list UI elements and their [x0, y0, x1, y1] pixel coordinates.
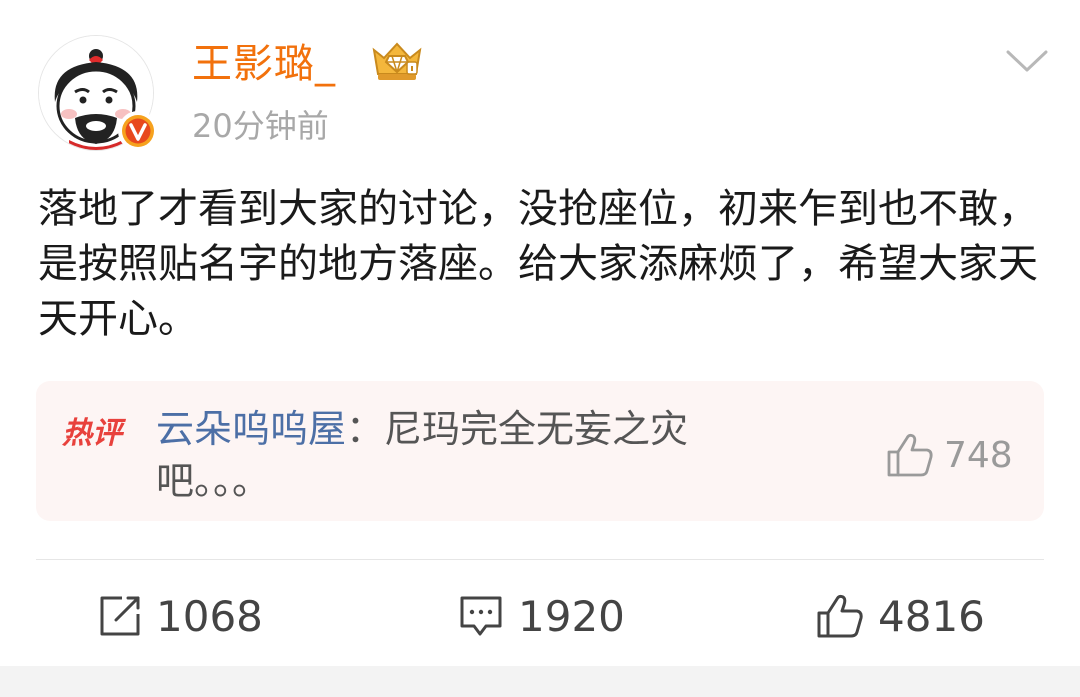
- divider: [36, 559, 1044, 560]
- hot-comment-box[interactable]: 热评 云朵呜呜屋：尼玛完全无妄之灾吧。。。 748: [36, 381, 1044, 521]
- comment-icon: [460, 596, 502, 636]
- thumbs-up-icon: [817, 594, 863, 638]
- post-timestamp: 20分钟前: [192, 107, 329, 145]
- username[interactable]: 王影璐_: [192, 36, 336, 92]
- hot-comment-separator: ：: [346, 407, 385, 451]
- thumbs-up-icon: [887, 433, 933, 477]
- weibo-post-card: 王影璐_ 20分钟前 落地了才看到大家的讨论，没抢座位，初来乍到也不敢，是按照贴…: [0, 0, 1080, 697]
- hot-comment-like-button[interactable]: 748: [886, 431, 1013, 479]
- hot-comment-content: 云朵呜呜屋：尼玛完全无妄之灾吧。。。: [156, 403, 716, 507]
- hot-comment-user-link[interactable]: 云朵呜呜屋: [156, 407, 346, 451]
- hot-comment-like-count: 748: [944, 434, 1013, 476]
- repost-count: 1068: [156, 591, 263, 641]
- post-text: 落地了才看到大家的讨论，没抢座位，初来乍到也不敢，是按照贴名字的地方落座。给大家…: [38, 186, 1038, 342]
- like-count: 4816: [878, 591, 985, 641]
- avatar-container[interactable]: [38, 35, 158, 153]
- bottom-separator-bar: [0, 666, 1080, 697]
- repost-button[interactable]: 1068: [98, 588, 263, 644]
- like-button[interactable]: 4816: [816, 588, 985, 644]
- svg-text:热评: 热评: [62, 416, 127, 451]
- comment-count: 1920: [518, 591, 625, 641]
- verified-badge-icon: [118, 111, 158, 151]
- comment-button[interactable]: 1920: [458, 588, 625, 644]
- vip-crown-icon[interactable]: [370, 40, 424, 84]
- hot-comment-tag-icon: 热评: [61, 411, 132, 451]
- repost-icon: [100, 596, 140, 636]
- chevron-down-icon[interactable]: [1004, 44, 1050, 76]
